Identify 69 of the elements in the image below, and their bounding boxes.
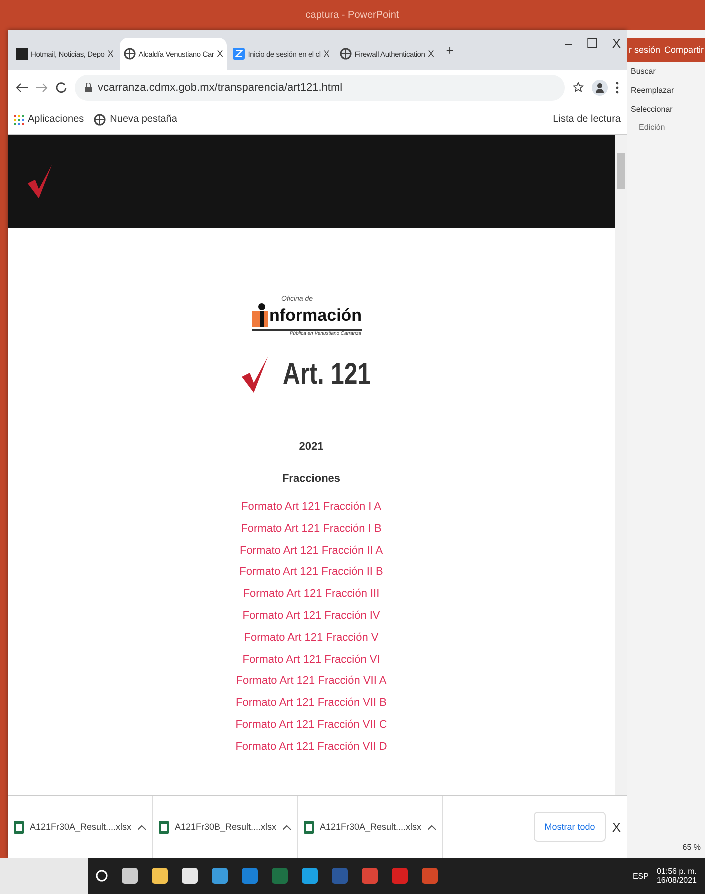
- fraction-link[interactable]: Formato Art 121 Fracción VII A: [236, 671, 387, 694]
- window-control-button[interactable]: –: [559, 30, 578, 51]
- tab-close[interactable]: X: [428, 49, 434, 59]
- taskbar-app-icon[interactable]: [302, 868, 318, 884]
- caret-icon[interactable]: [283, 824, 291, 830]
- fraction-link[interactable]: Formato Art 121 Fracción II B: [240, 562, 384, 584]
- caret-icon[interactable]: [428, 824, 436, 830]
- fraction-link[interactable]: Formato Art 121 Fracción III: [243, 584, 380, 606]
- window-control-button[interactable]: X: [606, 30, 627, 51]
- show-all-button[interactable]: Mostrar todo: [534, 812, 606, 842]
- apps-grid-icon: [14, 114, 24, 124]
- profile-icon[interactable]: [592, 80, 608, 96]
- tab-close[interactable]: X: [324, 49, 330, 59]
- checkmark-logo-icon: [26, 164, 54, 198]
- year-heading: 2021: [299, 441, 324, 453]
- search-icon[interactable]: [96, 870, 108, 882]
- fraction-link[interactable]: Formato Art 121 Fracción I B: [241, 518, 382, 541]
- section-heading: Fracciones: [282, 473, 341, 485]
- person-book-icon: [252, 303, 270, 329]
- window-control-button[interactable]: ☐: [580, 30, 604, 51]
- bookmark-item[interactable]: Nueva pestaña: [94, 114, 178, 126]
- fraction-link[interactable]: Formato Art 121 Fracción VII C: [236, 714, 388, 737]
- ribbon-command[interactable]: Buscar: [627, 62, 705, 81]
- star-icon[interactable]: [573, 82, 584, 93]
- address-bar[interactable]: vcarranza.cdmx.gob.mx/transparencia/art121.html: [75, 74, 565, 100]
- fraction-link[interactable]: Formato Art 121 Fracción IV: [242, 606, 380, 628]
- ribbon-group-label: Edición: [638, 122, 666, 134]
- scrollbar[interactable]: [615, 135, 627, 795]
- ribbon-command[interactable]: Reemplazar: [627, 81, 705, 100]
- taskbar-app-icon[interactable]: [152, 868, 168, 884]
- taskbar-app-icon[interactable]: [122, 868, 138, 884]
- globe-icon: [124, 48, 136, 60]
- fraction-link[interactable]: Formato Art 121 Fracción II A: [240, 540, 384, 562]
- globe-icon: [340, 48, 352, 60]
- close-downloads-button[interactable]: X: [606, 820, 627, 834]
- back-arrow-icon[interactable]: [16, 82, 28, 92]
- page-heading: Art. 121: [283, 358, 372, 392]
- tab-close[interactable]: X: [108, 49, 114, 59]
- forward-arrow-icon[interactable]: [36, 82, 48, 92]
- clock[interactable]: 01:56 p. m. 16/08/2021: [656, 867, 697, 885]
- lock-icon: [85, 83, 92, 92]
- fraction-link[interactable]: Formato Art 121 Fracción VII B: [236, 693, 387, 715]
- new-tab-button[interactable]: +: [440, 42, 460, 58]
- caret-icon[interactable]: [138, 824, 146, 830]
- ribbon-command[interactable]: Seleccionar: [627, 100, 705, 119]
- language-indicator[interactable]: ESP: [632, 872, 649, 880]
- zoom-level: 65 %: [682, 843, 702, 852]
- fraction-link[interactable]: Formato Art 121 Fracción VI: [242, 650, 380, 672]
- taskbar-app-icon[interactable]: [212, 868, 228, 884]
- fraction-link[interactable]: Formato Art 121 Fracción VII D: [236, 736, 388, 759]
- logo-title: nformación: [270, 306, 362, 326]
- checkmark-logo-icon: [240, 357, 270, 393]
- window-title: captura - PowerPoint: [306, 10, 400, 20]
- account-text[interactable]: r sesión: [629, 45, 661, 55]
- fraction-link[interactable]: Formato Art 121 Fracción I A: [241, 497, 382, 519]
- share-button[interactable]: Compartir: [664, 45, 704, 55]
- reload-icon[interactable]: [56, 82, 67, 93]
- spreadsheet-file-icon: [304, 820, 314, 834]
- reading-list-button[interactable]: Lista de lectura: [553, 114, 621, 125]
- bookmark-item[interactable]: Aplicaciones: [14, 114, 84, 125]
- globe-icon: [94, 114, 106, 126]
- fraction-link[interactable]: Formato Art 121 Fracción V: [244, 628, 379, 650]
- z-square-icon: [233, 48, 246, 60]
- menu-icon[interactable]: [616, 82, 619, 94]
- spreadsheet-file-icon: [159, 820, 169, 834]
- tab-close[interactable]: X: [217, 49, 224, 59]
- taskbar-app-icon[interactable]: [182, 868, 198, 884]
- square-icon: [16, 48, 28, 60]
- spreadsheet-file-icon: [14, 820, 24, 834]
